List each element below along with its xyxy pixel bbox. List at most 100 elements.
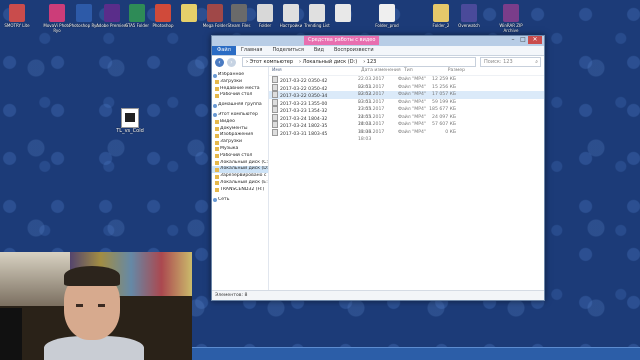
breadcrumb-segment[interactable]: › Локальный диск (D:) — [299, 58, 357, 66]
nav-item[interactable]: Сеть — [212, 197, 268, 204]
ribbon-tab[interactable]: Файл — [212, 46, 236, 55]
nav-item[interactable]: Избранное — [212, 72, 268, 79]
title-bar[interactable]: Средства работы с видео – □ ✕ — [212, 36, 544, 46]
file-row[interactable]: 2017-03-22 0350-42 22.03.2017 03:52 Файл "… — [269, 83, 544, 97]
minimize-icon[interactable]: – — [508, 36, 518, 44]
shortcut-icon — [129, 4, 145, 22]
desktop-shortcut[interactable]: Overwatch — [452, 2, 486, 33]
webcam-overlay — [0, 252, 192, 360]
desktop-shortcut[interactable]: WinRAR ZIP Archive — [494, 2, 528, 33]
video-file-icon — [272, 91, 278, 98]
nav-item-label: Сеть — [218, 196, 230, 202]
shortcut-label: SMOTRY Lite — [4, 23, 30, 28]
shortcut-icon — [335, 4, 351, 22]
group-icon — [213, 103, 217, 108]
shortcut-icon — [283, 4, 299, 22]
close-icon[interactable]: ✕ — [528, 36, 542, 44]
shortcut-icon — [155, 4, 171, 22]
column-header[interactable]: Имя — [269, 67, 358, 75]
ribbon-tab[interactable]: Поделиться — [267, 46, 308, 55]
nav-item[interactable]: Изображения — [212, 132, 268, 139]
shortcut-icon — [379, 4, 395, 22]
shortcut-label: Overwatch — [458, 23, 480, 28]
nav-item-label: Локальный диск (E:) — [220, 179, 268, 185]
nav-item-label: Загрузки — [220, 139, 243, 145]
nav-item[interactable]: Видео — [212, 119, 268, 126]
file-type: Файл "MP4" — [398, 84, 427, 90]
folder-icon — [215, 87, 219, 92]
file-name-text: 2017-03-31 1803-45 — [280, 131, 328, 137]
nav-item[interactable]: Недавние места — [212, 86, 268, 93]
desktop-shortcut[interactable]: Folder_prod — [370, 2, 404, 33]
forward-arrow-icon[interactable]: › — [227, 57, 236, 67]
maximize-icon[interactable]: □ — [518, 36, 528, 44]
search-placeholder: Поиск: 123 — [484, 59, 513, 65]
file-name: 2017-03-23 1354-32 — [269, 106, 358, 114]
person-eye-left — [76, 304, 83, 307]
nav-item[interactable]: Музыка — [212, 146, 268, 153]
desktop-file-icon[interactable]: TL_vs_Cold — [116, 108, 144, 134]
file-row[interactable]: 2017-03-23 1355-00 23.03.2017 13:55 Файл "… — [269, 98, 544, 113]
folder-icon — [215, 154, 219, 159]
file-list: Имя Дата изменения Тип Размер 2017-03-22 03… — [269, 67, 544, 291]
nav-item-label: Изображения — [220, 132, 253, 138]
file-row[interactable]: 2017-03-31 1803-45 31.03.2017 18:03 Файл "… — [269, 128, 544, 142]
breadcrumb[interactable]: › Этот компьютер › Локальный диск (D:) › 1… — [242, 57, 476, 67]
nav-item[interactable]: TRANSCEND32 (H:) — [212, 187, 268, 194]
column-header[interactable]: Дата изменения — [358, 67, 401, 75]
desktop-shortcut[interactable]: SMOTRY Lite — [0, 2, 34, 33]
ribbon-tab[interactable]: Вид — [309, 46, 329, 55]
desktop-shortcut[interactable] — [326, 2, 360, 33]
folder-icon — [215, 120, 219, 125]
file-size: 15 256 КБ — [432, 84, 456, 90]
column-header[interactable]: Тип — [401, 67, 434, 75]
file-row[interactable]: 2017-03-22 0350-42 22.03.2017 03:51 Файл "… — [269, 76, 544, 90]
nav-item[interactable]: Загрузки — [212, 79, 268, 86]
column-headers: Имя Дата изменения Тип Размер — [269, 67, 544, 76]
breadcrumb-segment[interactable]: › 123 — [363, 58, 376, 66]
ribbon-tab[interactable]: Главная — [236, 46, 268, 55]
back-arrow-icon[interactable]: ‹ — [215, 57, 224, 67]
person-eye-right — [98, 304, 105, 307]
folder-icon — [215, 147, 219, 152]
file-type: Файл "MP4" — [398, 107, 427, 112]
nav-item[interactable]: Локальный диск (D:) — [212, 166, 268, 174]
nav-item[interactable]: Домашняя группа — [212, 102, 268, 109]
nav-item[interactable]: Рабочий стол — [212, 153, 268, 160]
video-tools-context-tab[interactable]: Средства работы с видео — [304, 36, 380, 45]
folder-icon — [215, 127, 219, 132]
file-date: 23.03.2017 13:55 — [358, 99, 385, 113]
file-type: Файл "MP4" — [398, 77, 427, 82]
file-row[interactable]: 2017-03-23 1354-32 23.03.2017 13:55 Файл "… — [269, 106, 544, 120]
file-row[interactable]: 2017-03-24 1802-35 24.03.2017 18:36 Файл "… — [269, 121, 544, 135]
ribbon-tab[interactable]: Воспроизвести — [329, 46, 379, 55]
column-header[interactable]: Размер — [434, 67, 465, 75]
folder-icon — [215, 181, 219, 186]
status-bar: Элементов: 8 — [212, 290, 544, 300]
nav-item[interactable]: Документы — [212, 126, 268, 133]
shortcut-icon — [9, 4, 25, 22]
nav-item[interactable]: Локальный диск (E:) — [212, 180, 268, 187]
file-type: Файл "MP4" — [398, 99, 427, 105]
breadcrumb-segment[interactable]: › Этот компьютер — [246, 58, 293, 66]
nav-item[interactable]: Рабочий стол — [212, 92, 268, 99]
folder-icon — [215, 133, 219, 138]
video-file-icon — [272, 121, 278, 128]
shortcut-icon — [461, 4, 477, 22]
nav-item[interactable]: Этот компьютер — [212, 112, 268, 119]
folder-icon — [215, 174, 219, 179]
nav-item[interactable]: Локальный диск (C:) — [212, 160, 268, 167]
nav-item-label: Недавние места — [220, 85, 260, 91]
file-size: 57 607 КБ — [432, 122, 456, 127]
nav-item[interactable]: Загрузки — [212, 139, 268, 146]
search-input[interactable]: Поиск: 123 ⌕ — [480, 57, 541, 67]
folder-icon — [215, 188, 219, 193]
nav-item[interactable]: Зарезервировано с — [212, 173, 268, 180]
file-row[interactable]: 2017-03-22 0350-34 22.03.2017 03:51 Файл "… — [269, 91, 544, 105]
taskbar[interactable] — [192, 347, 640, 360]
nav-item-label: Локальный диск (C:) — [220, 159, 268, 165]
group-icon — [213, 73, 217, 78]
desktop-file-label: TL_vs_Cold — [116, 128, 144, 134]
file-row[interactable]: 2017-03-24 1804-32 24.03.2017 18:04 Файл "… — [269, 113, 544, 127]
file-name: 2017-03-24 1802-35 — [269, 121, 358, 129]
